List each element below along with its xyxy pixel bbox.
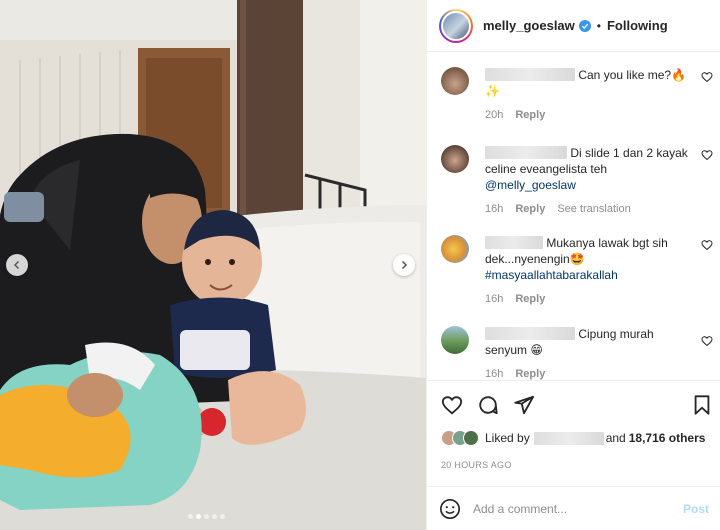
post-comment-button[interactable]: Post	[683, 502, 709, 516]
post-side-panel: melly_goeslaw • Following Can you like m…	[426, 0, 720, 530]
paper-plane-icon[interactable]	[513, 394, 535, 416]
comment-like-heart-icon[interactable]	[701, 149, 713, 161]
chevron-right-icon	[401, 260, 408, 270]
post-header: melly_goeslaw • Following	[427, 0, 720, 52]
commenter-username-blurred[interactable]	[485, 146, 567, 159]
reply-button[interactable]: Reply	[515, 201, 545, 217]
commenter-username-blurred[interactable]	[485, 68, 575, 81]
author-avatar[interactable]	[439, 8, 473, 43]
comment-meta: 16h Reply	[485, 366, 695, 380]
comment-like-heart-icon[interactable]	[701, 71, 713, 83]
comment-input[interactable]	[473, 501, 683, 516]
carousel-dot	[204, 514, 209, 519]
carousel-previous-button[interactable]	[6, 254, 28, 276]
comment-list[interactable]: Can you like me?🔥 ✨ 20h Reply Di slide 1…	[427, 53, 720, 380]
commenter-avatar[interactable]	[441, 67, 469, 95]
smiley-icon[interactable]	[439, 498, 461, 520]
commenter-username-blurred[interactable]	[485, 327, 575, 340]
comment-text: Can you like me?🔥	[578, 68, 686, 82]
following-button[interactable]: Following	[607, 18, 668, 33]
comment-time: 20h	[485, 109, 504, 121]
liker-username-blurred[interactable]	[533, 431, 604, 445]
chevron-left-icon	[13, 260, 20, 270]
comment-mention-link[interactable]: @melly_goeslaw	[485, 178, 576, 192]
likes-summary: Liked by and 18,716 others	[441, 430, 705, 446]
liker-avatars[interactable]	[441, 430, 479, 446]
likes-and-label: and	[605, 431, 626, 445]
carousel-dot	[212, 514, 217, 519]
comment-text-continued: ✨	[485, 84, 500, 98]
photo-illustration	[0, 0, 426, 530]
carousel-dots	[188, 514, 225, 519]
carousel-dot	[196, 514, 201, 519]
author-username[interactable]: melly_goeslaw	[483, 18, 575, 33]
commenter-avatar[interactable]	[441, 145, 469, 173]
reply-button[interactable]: Reply	[515, 366, 545, 380]
comment-composer: Post	[427, 486, 720, 530]
comment-time: 16h	[485, 203, 504, 215]
post-action-bar	[427, 380, 720, 428]
comment-like-heart-icon[interactable]	[701, 335, 713, 347]
reply-button[interactable]: Reply	[515, 291, 545, 307]
carousel-dot	[220, 514, 225, 519]
comment-body: Mukanya lawak bgt sih dek...nyenengin🤩 #…	[485, 235, 695, 307]
comment-time: 16h	[485, 368, 504, 380]
reply-button[interactable]: Reply	[515, 107, 545, 123]
comment-meta: 16h Reply	[485, 291, 695, 307]
comment-body: Cipung murah senyum 😁 16h Reply	[485, 326, 695, 380]
post-timestamp[interactable]: 20 HOURS AGO	[441, 460, 512, 470]
comment-body: Can you like me?🔥 ✨ 20h Reply	[485, 67, 695, 123]
comment-body: Di slide 1 dan 2 kayak celine eveangelis…	[485, 145, 695, 217]
verified-badge-icon	[578, 19, 591, 32]
comment-hashtag-link[interactable]: #masyaallahtabarakallah	[485, 268, 618, 282]
bookmark-icon[interactable]	[691, 394, 713, 416]
comment-time: 16h	[485, 293, 504, 305]
liked-by-label: Liked by	[485, 431, 530, 445]
see-translation-button[interactable]: See translation	[557, 201, 630, 217]
commenter-avatar[interactable]	[441, 235, 469, 263]
header-separator: •	[596, 18, 601, 33]
commenter-username-blurred[interactable]	[485, 236, 543, 249]
likes-count-link[interactable]: 18,716 others	[629, 431, 706, 445]
commenter-avatar[interactable]	[441, 326, 469, 354]
comment-meta: 20h Reply	[485, 107, 695, 123]
comment-like-heart-icon[interactable]	[701, 239, 713, 251]
heart-icon[interactable]	[441, 394, 463, 416]
comment-meta: 16h Reply See translation	[485, 201, 695, 217]
comment-bubble-icon[interactable]	[477, 394, 499, 416]
carousel-next-button[interactable]	[393, 254, 415, 276]
post-photo[interactable]	[0, 0, 426, 530]
carousel-dot	[188, 514, 193, 519]
